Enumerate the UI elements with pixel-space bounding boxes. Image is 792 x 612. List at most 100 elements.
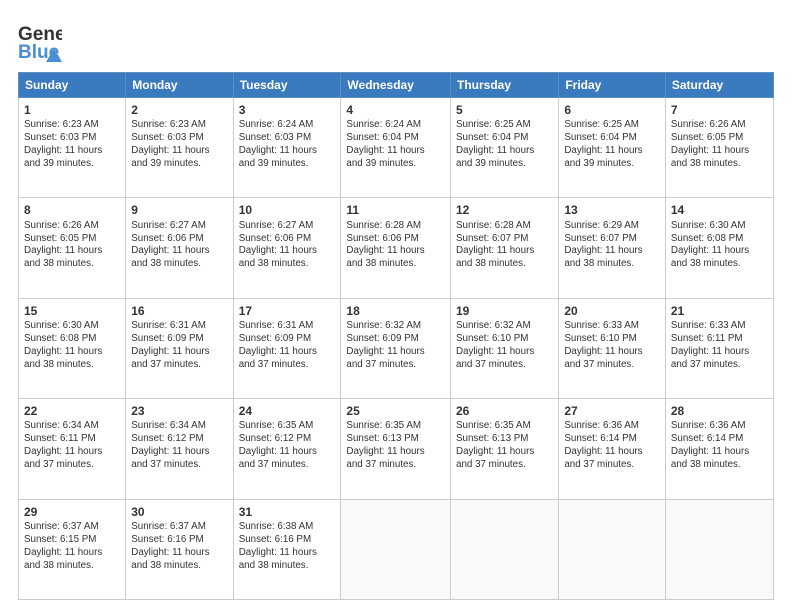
day-number: 2 — [131, 102, 227, 118]
day-number: 5 — [456, 102, 553, 118]
col-header-thursday: Thursday — [451, 73, 559, 98]
day-number: 10 — [239, 202, 336, 218]
day-number: 21 — [671, 303, 768, 319]
day-cell — [341, 499, 451, 599]
day-cell — [665, 499, 773, 599]
day-number: 19 — [456, 303, 553, 319]
day-cell: 5Sunrise: 6:25 AMSunset: 6:04 PMDaylight… — [451, 98, 559, 198]
day-info: Sunrise: 6:23 AMSunset: 6:03 PMDaylight:… — [24, 119, 120, 171]
day-info: Sunrise: 6:33 AMSunset: 6:10 PMDaylight:… — [564, 320, 660, 372]
day-cell: 14Sunrise: 6:30 AMSunset: 6:08 PMDayligh… — [665, 198, 773, 298]
logo-svg: General Blue — [18, 18, 62, 62]
day-cell: 2Sunrise: 6:23 AMSunset: 6:03 PMDaylight… — [126, 98, 233, 198]
day-number: 12 — [456, 202, 553, 218]
day-info: Sunrise: 6:27 AMSunset: 6:06 PMDaylight:… — [131, 220, 227, 272]
day-info: Sunrise: 6:32 AMSunset: 6:09 PMDaylight:… — [346, 320, 445, 372]
day-cell: 29Sunrise: 6:37 AMSunset: 6:15 PMDayligh… — [19, 499, 126, 599]
day-info: Sunrise: 6:28 AMSunset: 6:07 PMDaylight:… — [456, 220, 553, 272]
col-header-friday: Friday — [559, 73, 666, 98]
day-cell: 28Sunrise: 6:36 AMSunset: 6:14 PMDayligh… — [665, 399, 773, 499]
day-info: Sunrise: 6:33 AMSunset: 6:11 PMDaylight:… — [671, 320, 768, 372]
day-info: Sunrise: 6:29 AMSunset: 6:07 PMDaylight:… — [564, 220, 660, 272]
day-info: Sunrise: 6:35 AMSunset: 6:12 PMDaylight:… — [239, 420, 336, 472]
day-info: Sunrise: 6:36 AMSunset: 6:14 PMDaylight:… — [671, 420, 768, 472]
col-header-tuesday: Tuesday — [233, 73, 341, 98]
day-number: 7 — [671, 102, 768, 118]
day-number: 13 — [564, 202, 660, 218]
header: General Blue — [18, 18, 774, 62]
calendar-table: SundayMondayTuesdayWednesdayThursdayFrid… — [18, 72, 774, 600]
day-info: Sunrise: 6:28 AMSunset: 6:06 PMDaylight:… — [346, 220, 445, 272]
day-cell: 12 Sunrise: 6:28 AMSunset: 6:07 PMDayligh… — [451, 198, 559, 298]
day-cell: 17Sunrise: 6:31 AMSunset: 6:09 PMDayligh… — [233, 298, 341, 398]
week-row-3: 15Sunrise: 6:30 AMSunset: 6:08 PMDayligh… — [19, 298, 774, 398]
day-cell: 8 Sunrise: 6:26 AMSunset: 6:05 PMDaylight… — [19, 198, 126, 298]
day-info: Sunrise: 6:26 AMSunset: 6:05 PMDaylight:… — [24, 220, 120, 272]
col-header-wednesday: Wednesday — [341, 73, 451, 98]
week-row-5: 29Sunrise: 6:37 AMSunset: 6:15 PMDayligh… — [19, 499, 774, 599]
day-cell: 19Sunrise: 6:32 AMSunset: 6:10 PMDayligh… — [451, 298, 559, 398]
day-info: Sunrise: 6:26 AMSunset: 6:05 PMDaylight:… — [671, 119, 768, 171]
logo: General Blue — [18, 18, 64, 62]
day-number: 16 — [131, 303, 227, 319]
day-cell: 13 Sunrise: 6:29 AMSunset: 6:07 PMDayligh… — [559, 198, 666, 298]
day-cell — [559, 499, 666, 599]
day-cell: 20Sunrise: 6:33 AMSunset: 6:10 PMDayligh… — [559, 298, 666, 398]
day-number: 23 — [131, 403, 227, 419]
day-number: 31 — [239, 504, 336, 520]
day-cell: 26Sunrise: 6:35 AMSunset: 6:13 PMDayligh… — [451, 399, 559, 499]
col-header-saturday: Saturday — [665, 73, 773, 98]
day-number: 29 — [24, 504, 120, 520]
day-number: 3 — [239, 102, 336, 118]
day-info: Sunrise: 6:25 AMSunset: 6:04 PMDaylight:… — [456, 119, 553, 171]
day-number: 14 — [671, 202, 768, 218]
day-cell: 21Sunrise: 6:33 AMSunset: 6:11 PMDayligh… — [665, 298, 773, 398]
day-info: Sunrise: 6:34 AMSunset: 6:12 PMDaylight:… — [131, 420, 227, 472]
day-number: 8 — [24, 202, 120, 218]
day-cell: 6Sunrise: 6:25 AMSunset: 6:04 PMDaylight… — [559, 98, 666, 198]
day-number: 1 — [24, 102, 120, 118]
day-number: 6 — [564, 102, 660, 118]
logo-icon: General Blue — [18, 18, 62, 62]
day-info: Sunrise: 6:23 AMSunset: 6:03 PMDaylight:… — [131, 119, 227, 171]
day-cell: 11Sunrise: 6:28 AMSunset: 6:06 PMDayligh… — [341, 198, 451, 298]
day-number: 15 — [24, 303, 120, 319]
day-info: Sunrise: 6:34 AMSunset: 6:11 PMDaylight:… — [24, 420, 120, 472]
day-info: Sunrise: 6:27 AMSunset: 6:06 PMDaylight:… — [239, 220, 336, 272]
day-number: 20 — [564, 303, 660, 319]
day-cell — [451, 499, 559, 599]
week-row-2: 8 Sunrise: 6:26 AMSunset: 6:05 PMDaylight… — [19, 198, 774, 298]
day-cell: 9 Sunrise: 6:27 AMSunset: 6:06 PMDaylight… — [126, 198, 233, 298]
week-row-4: 22Sunrise: 6:34 AMSunset: 6:11 PMDayligh… — [19, 399, 774, 499]
day-number: 27 — [564, 403, 660, 419]
day-info: Sunrise: 6:37 AMSunset: 6:16 PMDaylight:… — [131, 521, 227, 573]
page: General Blue SundayMondayTuesdayWednesda… — [0, 0, 792, 612]
col-header-sunday: Sunday — [19, 73, 126, 98]
day-number: 25 — [346, 403, 445, 419]
day-info: Sunrise: 6:32 AMSunset: 6:10 PMDaylight:… — [456, 320, 553, 372]
day-info: Sunrise: 6:35 AMSunset: 6:13 PMDaylight:… — [456, 420, 553, 472]
day-number: 26 — [456, 403, 553, 419]
day-info: Sunrise: 6:36 AMSunset: 6:14 PMDaylight:… — [564, 420, 660, 472]
day-cell: 18Sunrise: 6:32 AMSunset: 6:09 PMDayligh… — [341, 298, 451, 398]
day-cell: 4Sunrise: 6:24 AMSunset: 6:04 PMDaylight… — [341, 98, 451, 198]
week-row-1: 1Sunrise: 6:23 AMSunset: 6:03 PMDaylight… — [19, 98, 774, 198]
day-info: Sunrise: 6:31 AMSunset: 6:09 PMDaylight:… — [131, 320, 227, 372]
day-cell: 16Sunrise: 6:31 AMSunset: 6:09 PMDayligh… — [126, 298, 233, 398]
day-info: Sunrise: 6:30 AMSunset: 6:08 PMDaylight:… — [24, 320, 120, 372]
day-info: Sunrise: 6:31 AMSunset: 6:09 PMDaylight:… — [239, 320, 336, 372]
day-info: Sunrise: 6:38 AMSunset: 6:16 PMDaylight:… — [239, 521, 336, 573]
day-cell: 22Sunrise: 6:34 AMSunset: 6:11 PMDayligh… — [19, 399, 126, 499]
day-cell: 25Sunrise: 6:35 AMSunset: 6:13 PMDayligh… — [341, 399, 451, 499]
day-info: Sunrise: 6:35 AMSunset: 6:13 PMDaylight:… — [346, 420, 445, 472]
col-header-monday: Monday — [126, 73, 233, 98]
day-cell: 15Sunrise: 6:30 AMSunset: 6:08 PMDayligh… — [19, 298, 126, 398]
day-number: 9 — [131, 202, 227, 218]
day-info: Sunrise: 6:25 AMSunset: 6:04 PMDaylight:… — [564, 119, 660, 171]
day-cell: 10 Sunrise: 6:27 AMSunset: 6:06 PMDayligh… — [233, 198, 341, 298]
day-info: Sunrise: 6:24 AMSunset: 6:03 PMDaylight:… — [239, 119, 336, 171]
day-cell: 1Sunrise: 6:23 AMSunset: 6:03 PMDaylight… — [19, 98, 126, 198]
day-number: 24 — [239, 403, 336, 419]
day-cell: 24Sunrise: 6:35 AMSunset: 6:12 PMDayligh… — [233, 399, 341, 499]
day-cell: 30Sunrise: 6:37 AMSunset: 6:16 PMDayligh… — [126, 499, 233, 599]
